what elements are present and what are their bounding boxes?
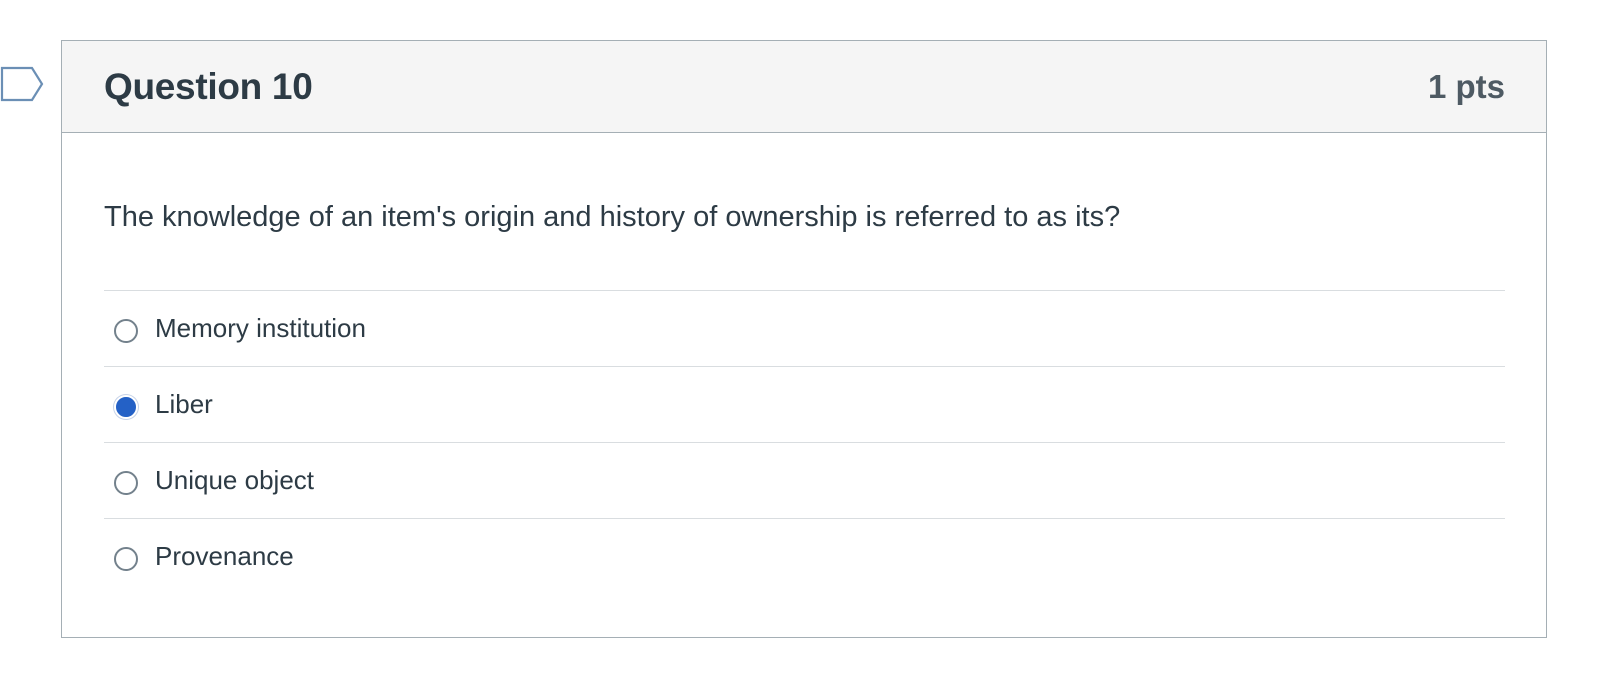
- answer-option[interactable]: Unique object: [104, 442, 1505, 518]
- answer-label[interactable]: Unique object: [155, 465, 314, 496]
- answer-option[interactable]: Liber: [104, 366, 1505, 442]
- question-body: The knowledge of an item's origin and hi…: [62, 133, 1546, 594]
- question-title: Question 10: [104, 65, 313, 107]
- radio-button[interactable]: [114, 546, 138, 571]
- radio-button[interactable]: [114, 470, 138, 495]
- answer-label[interactable]: Provenance: [155, 541, 294, 572]
- question-header: Question 10 1 pts: [62, 41, 1546, 133]
- radio-button[interactable]: [114, 318, 138, 343]
- answer-option[interactable]: Provenance: [104, 518, 1505, 594]
- answer-list: Memory institution Liber Unique object P…: [104, 290, 1505, 594]
- radio-button-selected[interactable]: [114, 394, 138, 419]
- question-points: 1 pts: [1427, 67, 1505, 105]
- question-text: The knowledge of an item's origin and hi…: [104, 201, 1121, 233]
- flag-question-icon[interactable]: [0, 66, 44, 102]
- answer-label[interactable]: Memory institution: [155, 313, 366, 344]
- answer-option[interactable]: Memory institution: [104, 290, 1505, 366]
- answer-label[interactable]: Liber: [155, 389, 213, 420]
- question-card: Question 10 1 pts The knowledge of an it…: [61, 40, 1547, 638]
